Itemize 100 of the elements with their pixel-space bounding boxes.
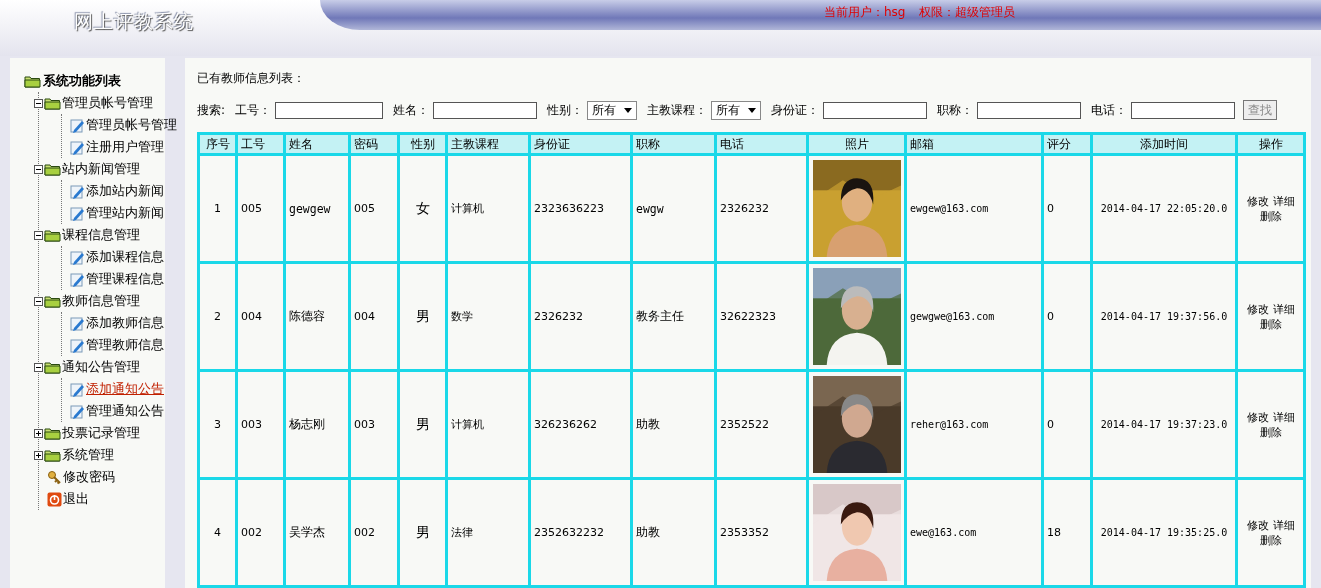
expand-icon[interactable] <box>34 428 43 438</box>
field-label: 主教课程： <box>647 101 708 119</box>
action-link[interactable]: 删除 <box>1259 316 1282 332</box>
caret-icon <box>748 107 757 113</box>
table-cell: 32622323 <box>715 262 808 371</box>
folder-icon <box>44 294 61 308</box>
action-link[interactable]: 删除 <box>1259 532 1282 548</box>
action-link[interactable]: 修改 <box>1246 301 1269 317</box>
current-user-text: 当前用户：hsg <box>824 4 906 21</box>
power-icon <box>47 491 62 507</box>
folder-icon <box>44 162 61 176</box>
tree-link[interactable]: 添加站内新闻 <box>86 182 164 200</box>
tree-group[interactable]: 管理员帐号管理 <box>62 94 153 112</box>
tree-group[interactable]: 课程信息管理 <box>62 226 140 244</box>
table-cell: 18 <box>1042 478 1092 587</box>
table-cell: 男 <box>398 370 447 479</box>
pencil-page-icon <box>70 205 85 221</box>
collapse-icon[interactable] <box>34 164 43 174</box>
tree-link[interactable]: 管理教师信息 <box>86 336 164 354</box>
folder-icon <box>44 96 61 110</box>
input-field[interactable] <box>433 101 538 119</box>
column-header: 序号 <box>198 133 237 155</box>
table-cell: 助教 <box>631 370 716 479</box>
tree-link[interactable]: 退出 <box>63 490 89 508</box>
action-link[interactable]: 详细 <box>1272 409 1295 425</box>
action-link[interactable]: 修改 <box>1246 409 1269 425</box>
tree-group[interactable]: 教师信息管理 <box>62 292 140 310</box>
table-cell: 计算机 <box>446 370 530 479</box>
action-link[interactable]: 删除 <box>1259 424 1282 440</box>
column-header: 电话 <box>715 133 808 155</box>
table-cell: 004 <box>236 262 285 371</box>
table-cell: 2 <box>198 262 237 371</box>
table-cell: 003 <box>349 370 399 479</box>
list-heading: 已有教师信息列表： <box>197 70 306 87</box>
table-cell: 3 <box>198 370 237 479</box>
table-cell: 男 <box>398 262 447 371</box>
tree-group[interactable]: 通知公告管理 <box>62 358 140 376</box>
column-header: 照片 <box>807 133 906 155</box>
expand-icon[interactable] <box>34 450 43 460</box>
table-cell: 0 <box>1042 154 1092 263</box>
table-cell: 助教 <box>631 478 716 587</box>
tree-link[interactable]: 管理员帐号管理 <box>86 116 177 134</box>
table-cell: ewgew@163.com <box>905 154 1043 263</box>
input-field[interactable] <box>275 101 384 119</box>
action-link[interactable]: 详细 <box>1272 193 1295 209</box>
collapse-icon[interactable] <box>34 362 43 372</box>
tree-group[interactable]: 系统管理 <box>62 446 114 464</box>
pencil-page-icon <box>70 183 85 199</box>
field-label: 身份证： <box>771 101 820 119</box>
pencil-page-icon <box>70 271 85 287</box>
key-icon <box>47 469 62 485</box>
select-field[interactable]: 所有 <box>587 100 638 120</box>
table-cell: 1 <box>198 154 237 263</box>
table-cell: 吴学杰 <box>284 478 350 587</box>
tree-link[interactable]: 修改密码 <box>63 468 115 486</box>
action-link[interactable]: 删除 <box>1259 208 1282 224</box>
pencil-page-icon <box>70 337 85 353</box>
tree-link[interactable]: 管理通知公告 <box>86 402 164 420</box>
column-header: 密码 <box>349 133 399 155</box>
select-field[interactable]: 所有 <box>711 100 762 120</box>
table-cell: 2014-04-17 19:37:23.0 <box>1091 370 1237 479</box>
table-cell: 数学 <box>446 262 530 371</box>
field-label: 工号： <box>235 101 272 119</box>
action-link[interactable]: 详细 <box>1272 301 1295 317</box>
column-header: 性别 <box>398 133 447 155</box>
collapse-icon[interactable] <box>34 296 43 306</box>
table-cell: 003 <box>236 370 285 479</box>
tree-link[interactable]: 管理站内新闻 <box>86 204 164 222</box>
input-field[interactable] <box>823 101 928 119</box>
table-cell: 326236262 <box>529 370 632 479</box>
collapse-icon[interactable] <box>34 98 43 108</box>
table-cell: 杨志刚 <box>284 370 350 479</box>
action-link[interactable]: 修改 <box>1246 517 1269 533</box>
collapse-icon[interactable] <box>34 230 43 240</box>
action-link[interactable]: 修改 <box>1246 193 1269 209</box>
table-cell: 2014-04-17 22:05:20.0 <box>1091 154 1237 263</box>
table-cell: 005 <box>236 154 285 263</box>
column-header: 邮箱 <box>905 133 1043 155</box>
input-field[interactable] <box>977 101 1082 119</box>
tree-link[interactable]: 添加通知公告 <box>86 380 164 398</box>
table-cell: 教务主任 <box>631 262 716 371</box>
table-cell: 0 <box>1042 370 1092 479</box>
action-link[interactable]: 详细 <box>1272 517 1295 533</box>
pencil-page-icon <box>70 381 85 397</box>
folder-icon <box>44 448 61 462</box>
table-cell: 002 <box>236 478 285 587</box>
tree-link[interactable]: 注册用户管理 <box>86 138 164 156</box>
table-cell: 0 <box>1042 262 1092 371</box>
column-header: 操作 <box>1236 133 1305 155</box>
input-field[interactable] <box>1131 101 1236 119</box>
column-header: 身份证 <box>529 133 632 155</box>
tree-group[interactable]: 投票记录管理 <box>62 424 140 442</box>
tree-group[interactable]: 站内新闻管理 <box>62 160 140 178</box>
table-cell: 女 <box>398 154 447 263</box>
table-cell: 2326232 <box>715 154 808 263</box>
column-header: 姓名 <box>284 133 350 155</box>
table-cell: ewe@163.com <box>905 478 1043 587</box>
tree-link[interactable]: 添加课程信息 <box>86 248 164 266</box>
tree-link[interactable]: 添加教师信息 <box>86 314 164 332</box>
tree-link[interactable]: 管理课程信息 <box>86 270 164 288</box>
